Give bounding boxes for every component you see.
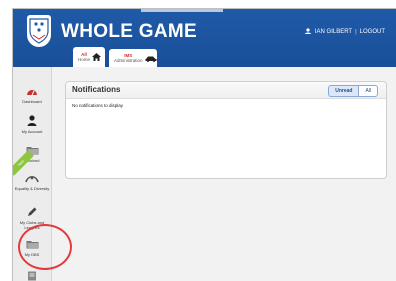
all-filter-button[interactable]: All <box>359 85 378 97</box>
empty-message: No notifications to display <box>72 103 124 108</box>
tab-ims-administration[interactable]: IMS Administration <box>109 49 157 67</box>
sidebar-item-label: Equality & Diversity <box>14 186 50 191</box>
crest-logo-icon <box>27 15 51 47</box>
logout-link[interactable]: LOGOUT <box>360 29 385 35</box>
sidebar-item-dashboard[interactable]: Dashboard <box>13 87 51 104</box>
sidebar-item-my-account[interactable]: My Account <box>13 115 51 134</box>
user-name[interactable]: IAN GILBERT <box>315 29 352 35</box>
user-icon <box>304 28 312 36</box>
unread-filter-button[interactable]: Unread <box>328 85 360 97</box>
header-bar: WHOLE GAME IAN GILBERT | LOGOUT All Home <box>13 9 396 67</box>
user-separator: | <box>355 29 357 35</box>
tab-subtitle: Home <box>78 57 91 62</box>
header-accent <box>141 9 223 12</box>
house-icon <box>92 48 102 66</box>
sidebar-item-label: My Account <box>21 129 43 134</box>
tab-all-home[interactable]: All Home <box>73 47 105 67</box>
main-content: Notifications Unread All No notification… <box>57 77 387 277</box>
equality-icon <box>13 173 51 184</box>
tab-bar: All Home IMS Administration <box>73 47 157 67</box>
sidebar-item-equality-diversity[interactable]: Equality & Diversity <box>13 173 51 191</box>
app-title: WHOLE GAME <box>61 21 197 42</box>
car-icon <box>145 49 157 67</box>
dashboard-icon <box>13 87 51 97</box>
tab-subtitle: Administration <box>114 58 143 63</box>
panel-title: Notifications <box>72 85 121 94</box>
pen-icon <box>13 207 51 218</box>
user-menu[interactable]: IAN GILBERT | LOGOUT <box>304 28 385 36</box>
person-icon <box>13 115 51 127</box>
notifications-panel: Notifications Unread All No notification… <box>65 81 387 179</box>
panel-header: Notifications Unread All <box>66 82 386 99</box>
highlight-circle <box>18 224 72 270</box>
filter-toggle: Unread All <box>328 85 378 97</box>
sidebar-item-label: Dashboard <box>22 99 42 104</box>
